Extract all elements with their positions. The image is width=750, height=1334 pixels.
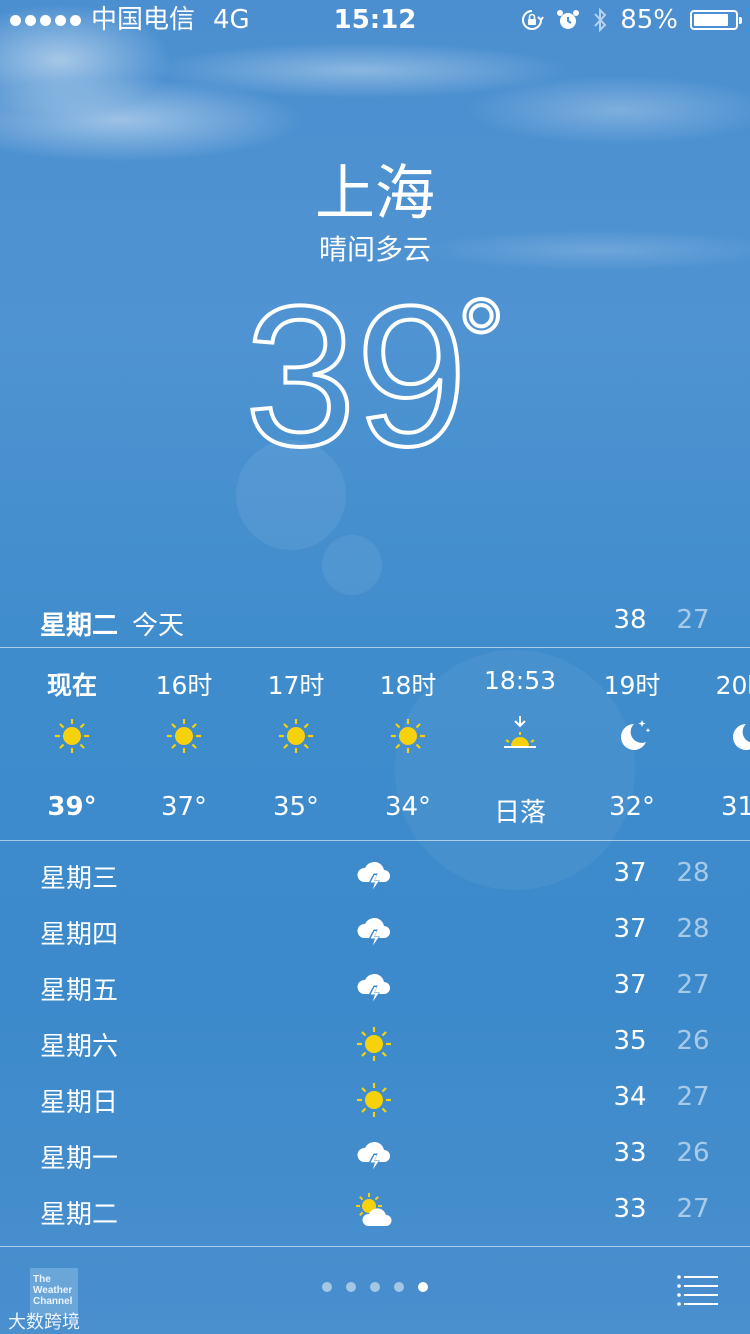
daily-low: 26: [676, 1026, 710, 1056]
partly-cloudy-icon: [354, 1192, 394, 1230]
thunderstorm-icon: [354, 1136, 394, 1174]
page-dot[interactable]: [370, 1282, 380, 1292]
divider: [0, 1246, 750, 1247]
sun-icon: [276, 716, 316, 756]
daily-day: 星期四: [40, 920, 119, 950]
hourly-time: 18:53: [483, 666, 557, 695]
daily-low: 28: [676, 914, 710, 944]
page-dot[interactable]: [394, 1282, 404, 1292]
today-high: 38: [613, 605, 647, 635]
sunset-icon: [500, 716, 540, 756]
hourly-temp: 35°: [272, 792, 320, 822]
city-name: 上海: [315, 159, 435, 229]
hourly-temp: 日落: [493, 798, 546, 828]
sun-icon: [388, 716, 428, 756]
daily-row: 星期二 33 27: [0, 1182, 750, 1238]
daily-day: 星期五: [40, 976, 119, 1006]
weather-condition: 晴间多云: [318, 233, 431, 266]
daily-high: 37: [613, 970, 647, 1000]
hourly-time: 19时: [603, 671, 661, 700]
page-dot[interactable]: [346, 1282, 356, 1292]
hourly-time: 17时: [267, 671, 325, 700]
daily-high: 33: [613, 1138, 647, 1168]
today-low: 27: [676, 605, 710, 635]
hourly-temp: 31°: [720, 792, 750, 822]
daily-high: 37: [613, 858, 647, 888]
sun-icon: [164, 716, 204, 756]
hourly-temp: 37°: [160, 792, 208, 822]
daily-day: 星期六: [40, 1032, 119, 1062]
hourly-temp: 32°: [608, 792, 656, 822]
current-temperature: 39°: [0, 275, 750, 479]
city-list-icon[interactable]: [676, 1274, 718, 1306]
sun-icon: [354, 1024, 394, 1062]
daily-day: 星期一: [40, 1144, 119, 1174]
daily-row: 星期三 37 28: [0, 846, 750, 902]
daily-row: 星期五 37 27: [0, 958, 750, 1014]
daily-low: 28: [676, 858, 710, 888]
lens-flare: [322, 535, 382, 595]
daily-high: 35: [613, 1026, 647, 1056]
daily-row: 星期一 33 26: [0, 1126, 750, 1182]
alarm-icon: [557, 10, 580, 29]
thunderstorm-icon: [354, 968, 394, 1006]
daily-high: 37: [613, 914, 647, 944]
daily-high: 34: [613, 1082, 647, 1112]
daily-low: 27: [676, 1194, 710, 1224]
bluetooth-icon: [594, 7, 607, 33]
sun-icon: [354, 1080, 394, 1118]
daily-low: 27: [676, 970, 710, 1000]
daily-day: 星期二: [40, 1200, 119, 1230]
status-bar: 中国电信 4G 15:12 85%: [0, 0, 750, 40]
thunderstorm-icon: [354, 856, 394, 894]
thunderstorm-icon: [354, 912, 394, 950]
bottom-toolbar: The Weather Channel 大数跨境: [0, 1248, 750, 1334]
divider: [0, 647, 750, 648]
daily-low: 26: [676, 1138, 710, 1168]
page-dot[interactable]: [322, 1282, 332, 1292]
hourly-temp: 34°: [384, 792, 432, 822]
hourly-time: 20时: [715, 671, 750, 700]
page-indicator[interactable]: [0, 1282, 750, 1292]
hourly-time: 现在: [46, 671, 97, 700]
hourly-time: 18时: [379, 671, 437, 700]
current-temperature-value: 39: [243, 265, 469, 488]
daily-row: 星期日 34 27: [0, 1070, 750, 1126]
hourly-forecast[interactable]: 现在 39° 16时 37° 17时 35° 18时 34° 18:53 日落 19时 32° 20…: [0, 650, 750, 840]
hourly-time: 16时: [155, 671, 213, 700]
battery-icon: [690, 10, 742, 30]
daily-day: 星期日: [40, 1088, 119, 1118]
battery-percent: 85%: [620, 5, 678, 35]
watermark: 大数跨境: [8, 1312, 80, 1333]
sun-icon: [52, 716, 92, 756]
daily-low: 27: [676, 1082, 710, 1112]
today-label: 今天: [132, 611, 185, 641]
divider: [0, 840, 750, 841]
daily-row: 星期四 37 28: [0, 902, 750, 958]
page-dot[interactable]: [418, 1282, 428, 1292]
moon-stars-icon: [612, 716, 652, 756]
rotation-lock-icon: [522, 10, 545, 30]
hourly-temp: 39°: [47, 792, 97, 822]
moon-stars-icon: [724, 716, 750, 756]
today-summary-row: 星期二 今天 38 27: [0, 595, 750, 647]
today-day: 星期二: [40, 611, 119, 641]
daily-high: 33: [613, 1194, 647, 1224]
daily-day: 星期三: [40, 864, 119, 894]
daily-row: 星期六 35 26: [0, 1014, 750, 1070]
degree-symbol: °: [455, 275, 507, 409]
